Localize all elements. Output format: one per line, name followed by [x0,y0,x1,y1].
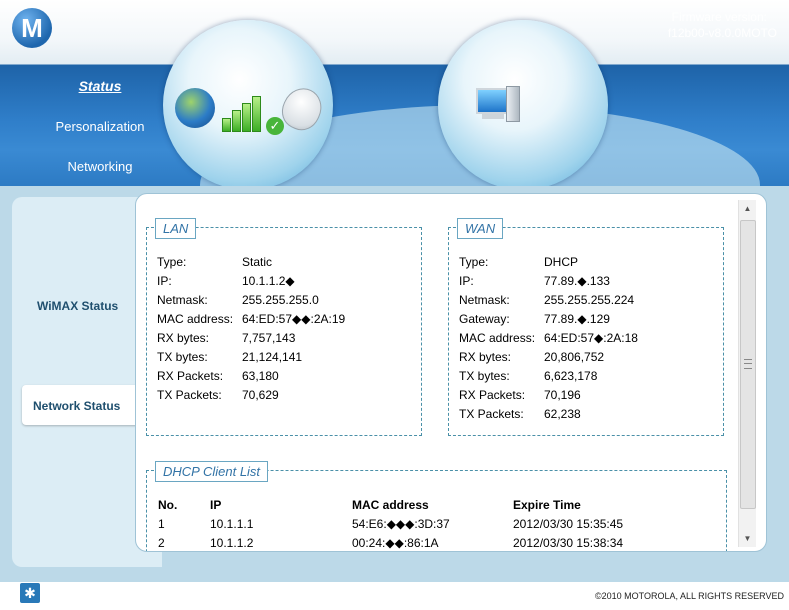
wan-row-tx-packets: TX Packets: 62,238 [459,407,581,421]
content-panel: LAN Type: Static IP: 10.1.1.2◆ Netmask: 255… [135,193,767,552]
dhcp-row2-mac: 00:24:◆◆:86:1A [352,536,439,550]
wan-row-netmask: Netmask: 255.255.255.224 [459,293,635,307]
firmware-version: f12b00-v8.0.0MOTO [667,26,777,40]
lan-title: LAN [155,218,197,239]
wan-row-rx-packets: RX Packets: 70,196 [459,388,581,402]
dhcp-title: DHCP Client List [155,461,269,482]
scroll-up-arrow-icon[interactable]: ▲ [739,200,756,217]
dhcp-row1-no: 1 [158,517,165,531]
lan-row-mac: MAC address: 64:ED:57◆◆:2A:19 [157,312,346,326]
scroll-thumb[interactable] [740,220,756,509]
wan-row-mac: MAC address: 64:ED:57◆:2A:18 [459,331,638,345]
wan-row-ip: IP: 77.89.◆.133 [459,274,610,288]
network-bubble[interactable] [438,20,608,190]
scroll-down-arrow-icon[interactable]: ▼ [739,530,756,547]
nav-networking[interactable]: Networking [0,159,200,174]
lan-row-rx-bytes: RX bytes: 7,757,143 [157,331,296,345]
copyright-text: ©2010 MOTOROLA, ALL RIGHTS RESERVED [594,591,784,601]
wan-title: WAN [457,218,504,239]
dhcp-row2-expire: 2012/03/30 15:38:34 [513,536,624,550]
signal-bars-icon [222,96,264,132]
content-scrollbar[interactable]: ▲ ▼ [738,200,756,547]
check-icon: ✓ [266,117,284,135]
lan-row-rx-packets: RX Packets: 63,180 [157,369,279,383]
globe-icon [175,88,215,128]
lan-row-type: Type: Static [157,255,273,269]
wan-row-rx-bytes: RX bytes: 20,806,752 [459,350,605,364]
computer-icon [476,86,520,124]
dhcp-row1-expire: 2012/03/30 15:35:45 [513,517,624,531]
wan-row-gateway: Gateway: 77.89.◆.129 [459,312,610,326]
dhcp-row2-ip: 10.1.1.2 [210,536,254,550]
dhcp-row1-mac: 54:E6:◆◆◆:3D:37 [352,517,450,531]
dhcp-header-no: No. [158,498,178,512]
lan-row-tx-bytes: TX bytes: 21,124,141 [157,350,303,364]
dhcp-header-expire: Expire Time [513,498,581,512]
lan-row-ip: IP: 10.1.1.2◆ [157,274,295,288]
wan-row-tx-bytes: TX bytes: 6,623,178 [459,369,598,383]
lan-panel: LAN Type: Static IP: 10.1.1.2◆ Netmask: 255… [146,218,422,436]
sidebar-item-label: Network Status [33,399,121,413]
wan-row-type: Type: DHCP [459,255,579,269]
lan-row-netmask: Netmask: 255.255.255.0 [157,293,319,307]
help-icon[interactable]: ✱ [20,583,40,603]
firmware-label: Firmware version: [671,10,767,24]
dhcp-header-ip: IP [210,498,222,512]
lan-row-tx-packets: TX Packets: 70,629 [157,388,279,402]
dhcp-row2-no: 2 [158,536,165,550]
dhcp-row1-ip: 10.1.1.1 [210,517,254,531]
motorola-logo-icon: M [12,8,52,48]
wan-panel: WAN Type: DHCP IP: 77.89.◆.133 Netmask: 255… [448,218,724,436]
dhcp-header-mac: MAC address [352,498,429,512]
scroll-grip-icon [744,359,752,369]
